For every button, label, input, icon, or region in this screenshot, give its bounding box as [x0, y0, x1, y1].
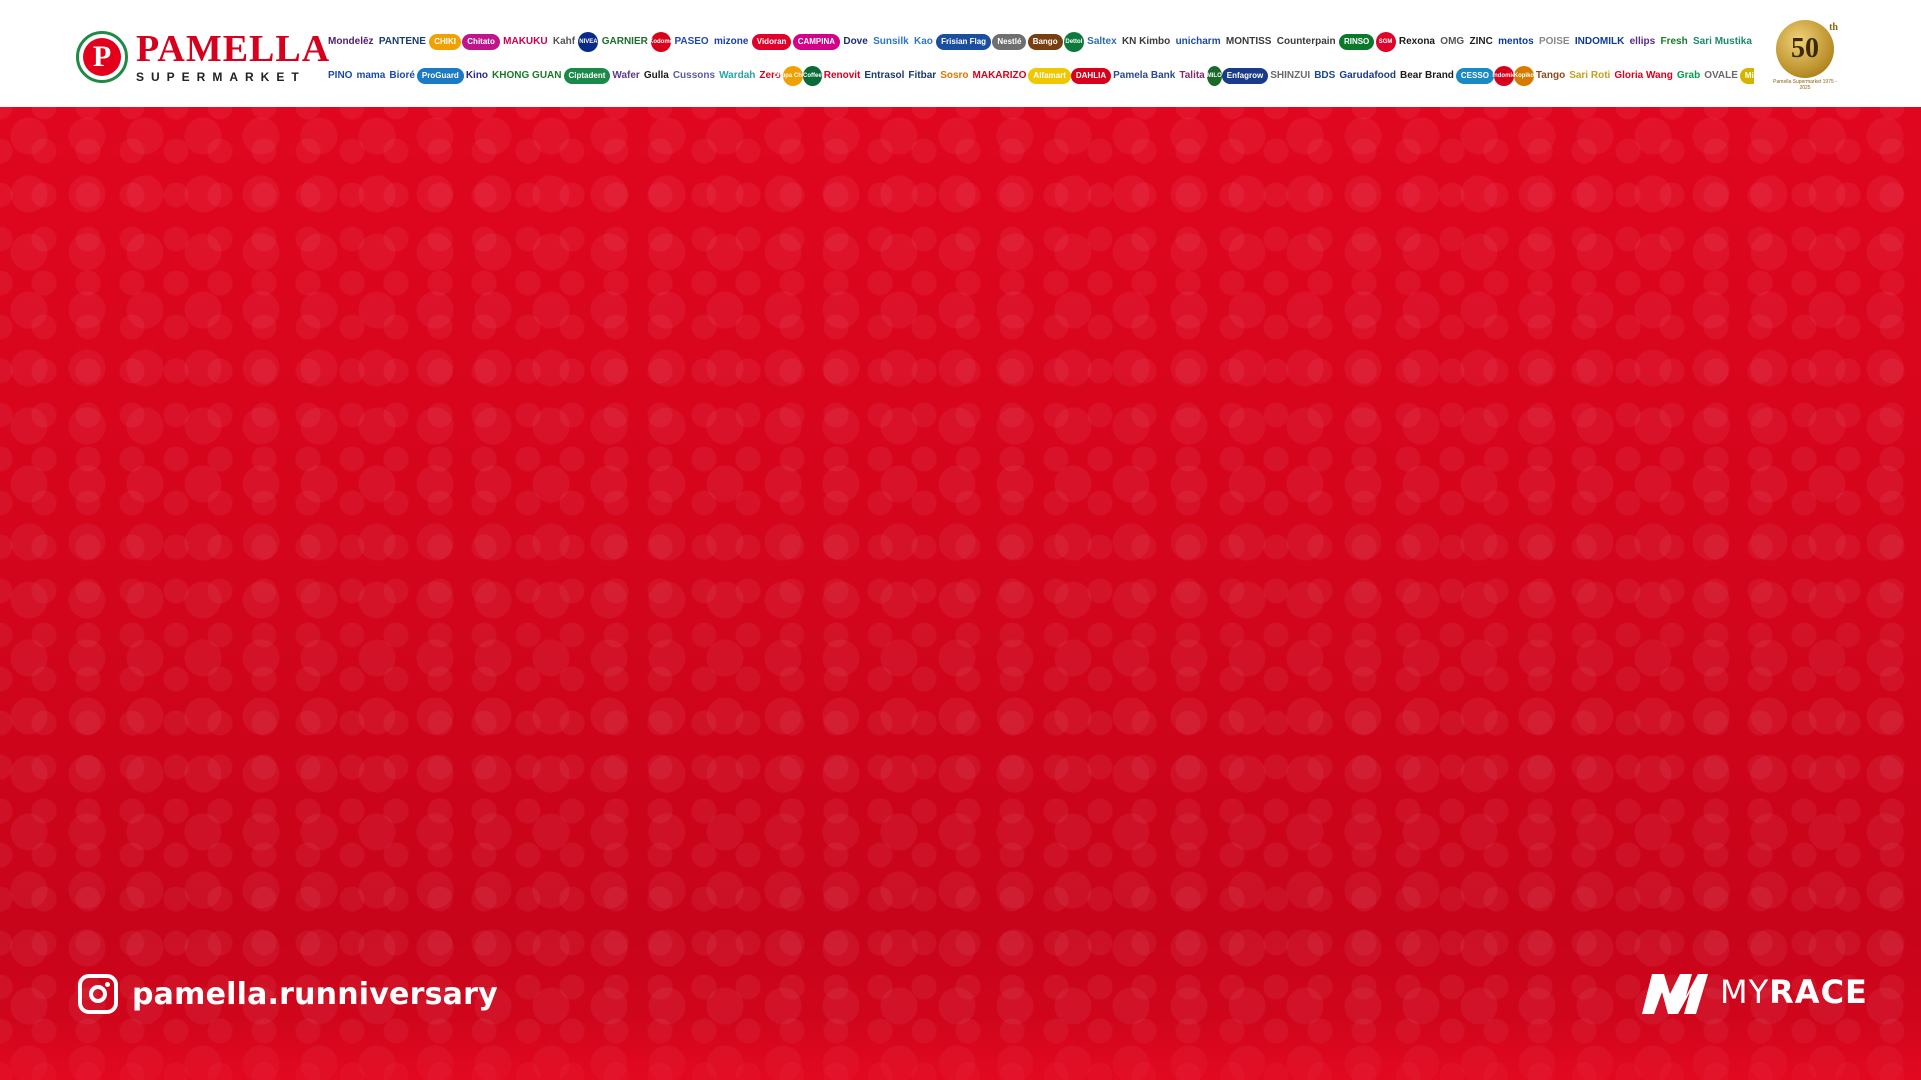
sponsor-logo-kopiko: Kopiko [1514, 66, 1534, 86]
myrace-race: RACE [1769, 973, 1868, 1011]
pamella-mark-icon: P [76, 30, 128, 83]
sponsor-logo-ellips: ellips [1629, 36, 1656, 47]
sponsor-logo-milna: Milna [1739, 68, 1754, 84]
sponsor-logo-chitato: Chitato [462, 34, 500, 50]
sponsor-logo-fitbar: Fitbar [908, 70, 937, 81]
sponsor-logo-nivea: NIVEA [578, 32, 599, 52]
sponsor-logo-bear-brand: Bear Brand [1400, 70, 1454, 81]
sponsor-logo-renovit: Renovit [823, 70, 861, 81]
sponsor-logo-coffee: Coffee [803, 66, 822, 86]
sponsor-logo-fresh: Fresh [1660, 36, 1688, 47]
sponsor-logo-entrasol: Entrasol [864, 70, 905, 81]
sponsor-logo-gloria-wang: Gloria Wang [1614, 70, 1673, 81]
sponsor-logo-dahlia: DAHLIA [1070, 68, 1112, 84]
sponsor-logo-sari-roti: Sari Roti [1569, 70, 1611, 81]
sponsor-logo-paseo: PASEO [674, 36, 709, 47]
sponsor-logo-sunsilk: Sunsilk [873, 36, 909, 47]
sponsor-logo-nestl-: Nestlé [992, 34, 1027, 50]
sponsor-logo-indomie: Indomie [1492, 66, 1515, 86]
sponsor-logo-sari-mustika: Sari Mustika [1693, 36, 1752, 47]
sponsor-logo-rexona: Rexona [1398, 36, 1435, 47]
sponsor-logos: Mondelēz PANTENE CHIKI Chitato MAKUKU Kahf NIV… [326, 30, 1754, 88]
sponsor-logo-counterpain: Counterpain [1276, 36, 1336, 47]
sponsor-row-top: Mondelēz PANTENE CHIKI Chitato MAKUKU Kahf NIV… [326, 30, 1754, 54]
pamella-brand-logo[interactable]: P PAMELLA SUPERMARKET [76, 30, 330, 83]
brand-subtitle: SUPERMARKET [136, 70, 306, 84]
sponsor-logo-montiss: MONTISS [1225, 36, 1272, 47]
sponsor-logo-chiki: CHIKI [429, 34, 461, 50]
sponsor-logo-khong-guan: KHONG GUAN [492, 70, 562, 81]
sponsor-logo-kino: Kino [465, 70, 489, 81]
red-background-stage [0, 107, 1921, 1080]
sponsor-logo-kahf: Kahf [552, 36, 576, 47]
instagram-handle-link[interactable]: pamella.runniversary [78, 974, 498, 1014]
sponsor-logo-ovale: OVALE [1704, 70, 1738, 81]
brand-name: PAMELLA [136, 28, 331, 70]
sponsor-logo-sosro: Sosro [940, 70, 969, 81]
sponsor-logo-pino: PINO [328, 70, 353, 81]
sponsor-logo-pantene: PANTENE [378, 36, 426, 47]
sponsor-logo-gulla: Gulla [643, 70, 669, 81]
anniversary-badge: 50 th Pamella Supermarket 1975 - 2025 [1770, 20, 1840, 96]
sponsor-logo-mizone: mizone [714, 36, 749, 47]
sponsor-logo-chupa-chups: Chupa Chups [774, 66, 813, 86]
sponsor-logo-wardah: Wardah [719, 70, 756, 81]
sponsor-logo-dettol: Dettol [1063, 32, 1084, 52]
sponsor-logo-mama: mama [356, 70, 386, 81]
header-bar: P PAMELLA SUPERMARKET Mondelēz PANTENE CHI… [0, 0, 1921, 107]
anniversary-caption: Pamella Supermarket 1975 - 2025 [1773, 79, 1837, 91]
myrace-logo[interactable]: MYRACE [1640, 968, 1868, 1016]
fiftieth-medal-icon: 50 th [1776, 20, 1838, 78]
sponsor-logo-shinzui: SHINZUI [1270, 70, 1311, 81]
sponsor-logo-zinc: ZINC [1469, 36, 1493, 47]
anniversary-number: 50 [1791, 33, 1819, 64]
sponsor-logo-cesso: CESSO [1455, 68, 1494, 84]
sponsor-logo-sgm: SGM [1375, 32, 1396, 52]
pamella-mark-letter: P [83, 37, 121, 76]
sponsor-logo-vidoran: Vidoran [751, 34, 792, 50]
sponsor-logo-garnier: GARNIER [601, 36, 648, 47]
sponsor-row-bottom: PINO mama Bioré ProGuard Kino KHONG GUAN Cipta… [326, 64, 1754, 88]
myrace-logo-icon [1642, 974, 1708, 1014]
sponsor-logo-makuku: MAKUKU [503, 36, 548, 47]
sponsor-logo-alfamart: Alfamart [1028, 68, 1071, 84]
sponsor-logo-grab: Grab [1676, 70, 1701, 81]
sponsor-logo-mentos: mentos [1498, 36, 1534, 47]
sponsor-logo-frisian-flag: Frisian Flag [936, 34, 992, 50]
sponsor-logo-tango: Tango [1535, 70, 1566, 81]
sponsor-logo-cussons: Cussons [672, 70, 716, 81]
dot-pattern-secondary [0, 107, 1921, 1080]
sponsor-logo-unicharm: unicharm [1175, 36, 1221, 47]
bottom-glow [0, 1020, 1921, 1080]
myrace-my: MY [1720, 973, 1770, 1011]
sponsor-logo-ciptadent: Ciptadent [563, 68, 611, 84]
sponsor-logo-enfagrow: Enfagrow [1221, 68, 1269, 84]
sponsor-logo-mondel-z: Mondelēz [328, 36, 374, 47]
sponsor-logo-omg: OMG [1440, 36, 1465, 47]
sponsor-logo-indomilk: INDOMILK [1574, 36, 1625, 47]
sponsor-logo-wafer: Wafer [612, 70, 640, 81]
sponsor-logo-poise: POISE [1538, 36, 1570, 47]
sponsor-logo-kn-kimbo: KN Kimbo [1121, 36, 1171, 47]
sponsor-logo-garudafood: Garudafood [1339, 70, 1396, 81]
sponsor-logo-bango: Bango [1027, 34, 1063, 50]
sponsor-logo-bior-: Bioré [389, 70, 415, 81]
sponsor-logo-talita: Talita [1179, 70, 1205, 81]
myrace-wordmark: MYRACE [1720, 973, 1868, 1011]
sponsor-logo-proguard: ProGuard [416, 68, 464, 84]
sponsor-logo-rinso: RINSO [1338, 34, 1375, 50]
instagram-handle: pamella.runniversary [132, 976, 498, 1012]
instagram-icon [78, 974, 118, 1014]
brand-text: PAMELLA SUPERMARKET [136, 30, 330, 83]
anniversary-suffix: th [1829, 22, 1838, 33]
sponsor-logo-milo: MILO [1206, 66, 1222, 86]
sponsor-logo-kao: Kao [913, 36, 933, 47]
sponsor-logo-saltex: Saltex [1087, 36, 1117, 47]
sponsor-logo-kodomo: Kodomo [649, 32, 673, 52]
sponsor-logo-makarizo: MAKARIZO [972, 70, 1027, 81]
sponsor-logo-pamela-bank: Pamela Bank [1113, 70, 1176, 81]
sponsor-logo-dove: Dove [843, 36, 868, 47]
sponsor-logo-campina: CAMPINA [792, 34, 841, 50]
sponsor-logo-bds: BDS [1314, 70, 1336, 81]
